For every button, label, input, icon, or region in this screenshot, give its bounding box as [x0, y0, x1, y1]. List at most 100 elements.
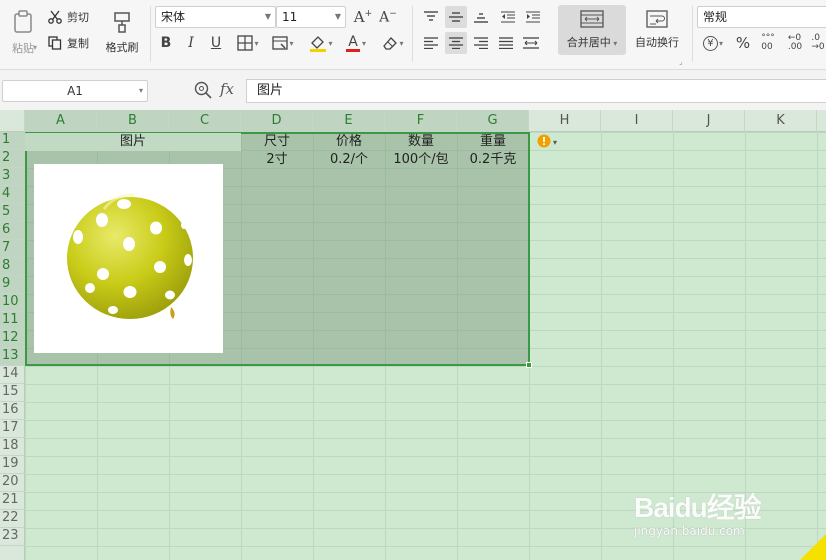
row-header-16[interactable]: 16 — [0, 402, 25, 420]
cell-d2[interactable]: 2寸 — [241, 151, 313, 169]
paste-button[interactable]: 粘贴 — [2, 4, 44, 62]
number-format-value: 常规 — [703, 10, 728, 24]
wrap-text-button[interactable]: 自动换行 — [630, 5, 684, 55]
chevron-down-icon: ▾ — [399, 38, 404, 48]
cell-f2[interactable]: 100个/包 — [385, 151, 457, 169]
column-header-k[interactable]: K — [745, 110, 817, 132]
chevron-down-icon: ▾ — [289, 38, 294, 48]
justify-icon — [499, 37, 513, 49]
font-size-select[interactable]: 11 ▼ — [276, 6, 346, 28]
underline-icon: U — [210, 35, 222, 51]
align-middle-icon — [449, 11, 463, 23]
divider — [150, 6, 151, 62]
row-header-13[interactable]: 13 — [0, 348, 25, 366]
paste-dropdown-icon[interactable]: ▾ — [33, 43, 37, 52]
italic-icon: I — [188, 35, 194, 51]
outdent-icon — [501, 11, 515, 23]
column-header-a[interactable]: A — [25, 110, 97, 132]
row-header-4[interactable]: 4 — [0, 186, 25, 204]
cell-style-button[interactable]: ▾ — [268, 32, 298, 54]
row-header-21[interactable]: 21 — [0, 492, 25, 510]
decrease-font-button[interactable]: A− — [377, 6, 399, 28]
row-header-1[interactable]: 1 — [0, 132, 25, 150]
align-left-button[interactable] — [420, 32, 442, 54]
borders-button[interactable]: ▾ — [233, 32, 263, 54]
clear-format-button[interactable]: ▾ — [378, 32, 408, 54]
row-header-19[interactable]: 19 — [0, 456, 25, 474]
increase-font-button[interactable]: A+ — [352, 6, 374, 28]
row-header-18[interactable]: 18 — [0, 438, 25, 456]
balloon-picture[interactable] — [34, 164, 223, 353]
row-header-8[interactable]: 8 — [0, 258, 25, 276]
row-header-22[interactable]: 22 — [0, 510, 25, 528]
cell-a1[interactable]: 图片 — [25, 133, 241, 151]
format-painter-button[interactable]: 格式刷 — [100, 4, 144, 62]
formula-input[interactable]: 图片 — [246, 79, 826, 103]
decrease-decimal-button[interactable]: .0 →0 — [810, 32, 826, 54]
column-header-f[interactable]: F — [385, 110, 457, 132]
row-header-5[interactable]: 5 — [0, 204, 25, 222]
row-header-6[interactable]: 6 — [0, 222, 25, 240]
name-box[interactable]: A1 ▾ — [2, 80, 148, 102]
formula-bar: A1 ▾ fx 图片 — [0, 70, 826, 110]
cell-e1[interactable]: 价格 — [313, 133, 385, 151]
currency-button[interactable]: ¥ ▾ — [700, 32, 726, 54]
decrease-indent-button[interactable] — [497, 6, 519, 28]
align-right-button[interactable] — [470, 32, 492, 54]
alignment-dialog-icon[interactable]: ⌟ — [679, 57, 683, 66]
row-header-15[interactable]: 15 — [0, 384, 25, 402]
align-top-button[interactable] — [420, 6, 442, 28]
font-name-select[interactable]: 宋体 ▼ — [155, 6, 276, 28]
row-header-12[interactable]: 12 — [0, 330, 25, 348]
column-header-b[interactable]: B — [97, 110, 169, 132]
column-header-j[interactable]: J — [673, 110, 745, 132]
cell-d1[interactable]: 尺寸 — [241, 133, 313, 151]
row-header-17[interactable]: 17 — [0, 420, 25, 438]
row-header-2[interactable]: 2 — [0, 150, 25, 168]
select-all-corner[interactable] — [0, 110, 25, 132]
row-headers: 1 2 3 4 5 6 7 8 9 10 11 12 13 14 15 16 1… — [0, 132, 25, 560]
column-header-g[interactable]: G — [457, 110, 529, 132]
distributed-align-button[interactable] — [520, 32, 542, 54]
row-header-7[interactable]: 7 — [0, 240, 25, 258]
row-header-11[interactable]: 11 — [0, 312, 25, 330]
fill-color-button[interactable]: ▾ — [305, 32, 337, 54]
increase-indent-button[interactable] — [522, 6, 544, 28]
italic-button[interactable]: I — [180, 32, 202, 54]
column-header-h[interactable]: H — [529, 110, 601, 132]
row-header-14[interactable]: 14 — [0, 366, 25, 384]
cell-e2[interactable]: 0.2/个 — [313, 151, 385, 169]
row-header-23[interactable]: 23 — [0, 528, 25, 546]
number-format-select[interactable]: 常规 — [697, 6, 826, 28]
row-header-10[interactable]: 10 — [0, 294, 25, 312]
smart-tag-button[interactable]: ▾ — [537, 134, 565, 150]
bold-button[interactable]: B — [155, 32, 177, 54]
row-header-9[interactable]: 9 — [0, 276, 25, 294]
increase-decimal-button[interactable]: ←0.00 — [785, 32, 805, 54]
underline-button[interactable]: U — [205, 32, 227, 54]
copy-button[interactable]: 复制 — [48, 34, 89, 52]
name-box-value: A1 — [67, 84, 83, 98]
cell-g2[interactable]: 0.2千克 — [457, 151, 529, 169]
cell-g1[interactable]: 重量 — [457, 133, 529, 151]
align-center-button[interactable] — [445, 32, 467, 54]
percent-button[interactable]: % — [733, 32, 753, 54]
column-header-d[interactable]: D — [241, 110, 313, 132]
fill-handle[interactable] — [526, 362, 532, 368]
zoom-search-icon[interactable] — [194, 81, 212, 102]
justify-button[interactable] — [495, 32, 517, 54]
cell-f1[interactable]: 数量 — [385, 133, 457, 151]
merge-center-button[interactable]: 合并居中 ▾ — [558, 5, 626, 55]
cut-button[interactable]: 剪切 — [48, 8, 89, 26]
align-middle-button[interactable] — [445, 6, 467, 28]
column-header-c[interactable]: C — [169, 110, 241, 132]
paint-bucket-icon — [309, 34, 327, 52]
row-header-20[interactable]: 20 — [0, 474, 25, 492]
align-bottom-button[interactable] — [470, 6, 492, 28]
font-color-button[interactable]: A ▾ — [341, 32, 371, 54]
row-header-3[interactable]: 3 — [0, 168, 25, 186]
insert-function-button[interactable]: fx — [220, 80, 234, 98]
thousands-separator-button[interactable]: °°° 00 — [758, 32, 778, 54]
column-header-e[interactable]: E — [313, 110, 385, 132]
column-header-i[interactable]: I — [601, 110, 673, 132]
